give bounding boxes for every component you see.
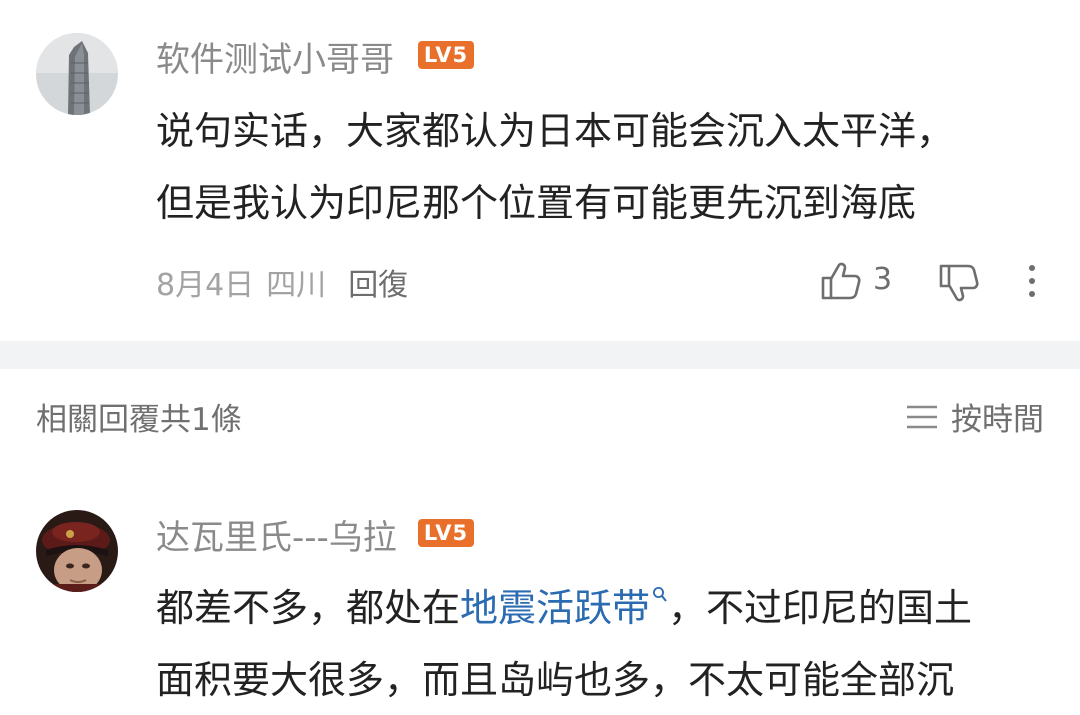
sort-label: 按時間	[951, 402, 1044, 438]
replies-count-header: 相關回覆共1條	[36, 402, 242, 438]
comment-meta: 8月4日 四川 回復	[156, 260, 408, 304]
username[interactable]: 达瓦里氏---乌拉	[156, 510, 397, 559]
avatar[interactable]	[36, 33, 118, 115]
thumbs-down-icon[interactable]	[938, 263, 980, 303]
level-badge: LV5	[418, 519, 474, 547]
level-badge: LV5	[418, 41, 474, 69]
reply-text-segment: 都差不多，都处在	[156, 586, 461, 630]
comment-thread-page: 软件测试小哥哥 LV5 说句实话，大家都认为日本可能会沉入太平洋， 但是我认为印…	[0, 0, 1080, 715]
sort-lines-icon	[907, 405, 937, 428]
reply-body-line-2: 面积要大很多，而且岛屿也多，不太可能全部沉	[156, 658, 955, 702]
username[interactable]: 软件测试小哥哥	[156, 32, 394, 81]
reply-button[interactable]: 回復	[348, 260, 408, 304]
comment-date: 8月4日	[156, 268, 255, 303]
reply-text-segment: ，不过印尼的国土	[668, 586, 973, 630]
like-count: 3	[873, 262, 893, 297]
keyword-search-link[interactable]: 地震活跃带	[460, 586, 650, 630]
more-options-icon[interactable]	[1025, 264, 1039, 298]
sort-by-time-button[interactable]: 按時間	[905, 394, 1044, 439]
comment-body-line-2: 但是我认为印尼那个位置有可能更先沉到海底	[156, 181, 917, 225]
search-icon[interactable]	[652, 586, 668, 604]
comment-location: 四川	[266, 268, 327, 303]
section-divider	[0, 341, 1080, 369]
avatar[interactable]	[36, 510, 118, 592]
thumbs-up-icon[interactable]	[820, 261, 862, 301]
